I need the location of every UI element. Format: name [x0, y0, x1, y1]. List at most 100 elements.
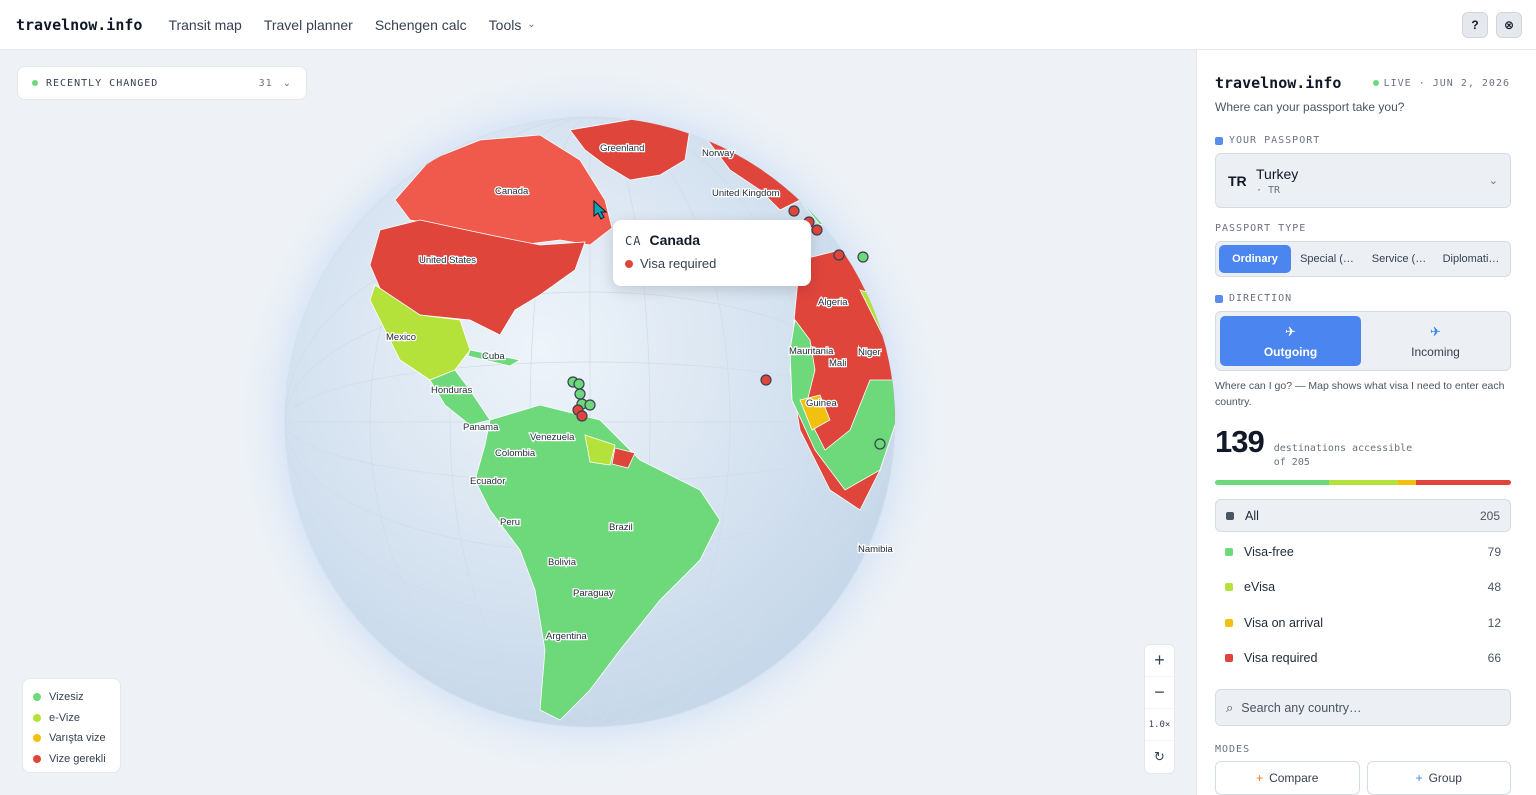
passport-select[interactable]: TR Turkey · TR ⌄ — [1215, 153, 1511, 208]
recently-changed-dropdown[interactable]: RECENTLY CHANGED 31 ⌄ — [17, 66, 307, 100]
marker[interactable] — [576, 410, 588, 422]
filter-count: 12 — [1487, 615, 1501, 630]
group-label: Group — [1428, 771, 1462, 785]
chevron-down-icon: ⌄ — [527, 19, 536, 30]
live-dot-icon — [32, 80, 38, 86]
filter-visa-free[interactable]: Visa-free 79 — [1215, 534, 1511, 570]
passport-type-diplomatic[interactable]: Diplomati… — [1435, 245, 1507, 273]
passport-sub: · TR — [1256, 184, 1281, 196]
marker[interactable] — [574, 388, 586, 400]
status-dot-icon — [625, 259, 633, 268]
recently-changed-count: 31 — [258, 77, 273, 89]
live-label: LIVE · JUN 2, 2026 — [1383, 77, 1510, 89]
filter-evisa[interactable]: eVisa 48 — [1215, 570, 1511, 606]
country-search: ⌕ — [1215, 689, 1511, 726]
passport-type-toggle: Ordinary Special (… Service (… Diplomati… — [1215, 241, 1511, 277]
panel-brand: travelnow.info — [1215, 74, 1342, 92]
close-button[interactable]: ⊗ — [1496, 12, 1522, 38]
marker[interactable] — [874, 438, 886, 450]
label-guinea: Guinea — [806, 398, 837, 409]
passport-type-ordinary[interactable]: Ordinary — [1219, 245, 1291, 273]
nav-tools[interactable]: Tools ⌄ — [489, 17, 536, 33]
label-niger: Niger — [858, 347, 881, 358]
marker[interactable] — [833, 249, 845, 261]
marker[interactable] — [573, 378, 585, 390]
filter-visa-required[interactable]: Visa required 66 — [1215, 641, 1511, 677]
passport-type-service[interactable]: Service (… — [1363, 245, 1435, 273]
filter-dot-icon — [1225, 583, 1233, 592]
legend-dot-icon — [33, 713, 41, 722]
group-button[interactable]: + Group — [1366, 761, 1511, 795]
chevron-down-icon: ⌄ — [282, 77, 292, 89]
chevron-down-icon: ⌄ — [1488, 175, 1498, 187]
direction-incoming-button[interactable]: ✈ Incoming — [1365, 316, 1506, 366]
destinations-summary: 139 destinations accessible of 205 — [1215, 424, 1412, 470]
compare-button[interactable]: + Compare — [1215, 761, 1360, 795]
search-icon: ⌕ — [1226, 699, 1234, 715]
section-marker-icon — [1215, 136, 1223, 145]
globe[interactable]: Greenland Norway Canada United Kingdom U… — [0, 50, 1196, 795]
marker[interactable] — [760, 374, 772, 386]
direction-toggle: ✈ Outgoing ✈ Incoming — [1215, 311, 1511, 371]
reset-view-button[interactable]: ↻ — [1145, 741, 1174, 773]
filter-dot-icon — [1225, 547, 1233, 556]
filter-label: Visa on arrival — [1244, 615, 1323, 630]
direction-description: Where can I go? — Map shows what visa I … — [1215, 380, 1505, 408]
nav-transit-map[interactable]: Transit map — [168, 17, 241, 33]
plane-takeoff-icon: ✈ — [1285, 323, 1296, 339]
nav-schengen-calc[interactable]: Schengen calc — [375, 17, 467, 33]
country-search-input[interactable] — [1241, 700, 1492, 715]
passport-name: Turkey — [1256, 165, 1299, 182]
legend-dot-icon — [33, 693, 41, 702]
passport-type-label: PASSPORT TYPE — [1215, 223, 1307, 234]
label-panama: Panama — [463, 422, 499, 433]
filter-all[interactable]: All 205 — [1215, 499, 1511, 532]
label-bolivia: Bolivia — [548, 557, 577, 568]
zoom-out-button[interactable]: − — [1145, 677, 1174, 709]
label-colombia: Colombia — [495, 448, 536, 459]
marker[interactable] — [788, 205, 800, 217]
filter-count: 79 — [1487, 544, 1501, 559]
tooltip-country-name: Canada — [649, 232, 701, 248]
zoom-controls: + − 1.0× ↻ — [1144, 644, 1175, 774]
label-honduras: Honduras — [431, 385, 472, 396]
zoom-in-button[interactable]: + — [1145, 645, 1174, 677]
filter-dot-icon — [1226, 511, 1234, 520]
filter-label: eVisa — [1244, 580, 1276, 595]
legend-label: Vize gerekli — [49, 752, 106, 765]
tooltip-status: Visa required — [640, 256, 717, 271]
brand-logo[interactable]: travelnow.info — [16, 16, 142, 34]
live-dot-icon — [1372, 80, 1379, 86]
map-area[interactable]: Greenland Norway Canada United Kingdom U… — [0, 50, 1196, 795]
help-button[interactable]: ? — [1462, 12, 1488, 38]
nav-travel-planner[interactable]: Travel planner — [264, 17, 353, 33]
top-bar: travelnow.info Transit map Travel planne… — [0, 0, 1536, 50]
passport-section-label: YOUR PASSPORT — [1215, 135, 1320, 146]
label-argentina: Argentina — [546, 631, 587, 642]
recently-changed-label: RECENTLY CHANGED — [46, 77, 159, 89]
marker[interactable] — [811, 224, 823, 236]
passport-type-special[interactable]: Special (… — [1291, 245, 1363, 273]
filter-count: 48 — [1487, 580, 1501, 595]
legend-label: Varışta vize — [49, 732, 106, 745]
ratio-visa-free — [1215, 480, 1330, 485]
label-paraguay: Paraguay — [573, 588, 614, 599]
filter-count: 66 — [1487, 651, 1501, 666]
marker[interactable] — [857, 251, 869, 263]
plus-icon: + — [1415, 771, 1423, 785]
marker[interactable] — [584, 399, 596, 411]
direction-label-text: DIRECTION — [1229, 293, 1293, 304]
modes-buttons: + Compare + Group — [1215, 761, 1511, 795]
direction-incoming-label: Incoming — [1411, 344, 1460, 359]
filter-label: Visa required — [1244, 651, 1318, 666]
direction-outgoing-button[interactable]: ✈ Outgoing — [1220, 316, 1361, 366]
side-panel: travelnow.info LIVE · JUN 2, 2026 Where … — [1196, 50, 1536, 795]
direction-section-label: DIRECTION — [1215, 293, 1292, 304]
legend-label: e-Vize — [49, 711, 80, 724]
legend-dot-icon — [33, 734, 41, 743]
ratio-evisa — [1329, 480, 1399, 485]
filter-visa-on-arrival[interactable]: Visa on arrival 12 — [1215, 605, 1511, 641]
label-brazil: Brazil — [609, 522, 633, 533]
destinations-label: destinations accessible — [1273, 443, 1413, 454]
live-indicator: LIVE · JUN 2, 2026 — [1372, 77, 1510, 89]
